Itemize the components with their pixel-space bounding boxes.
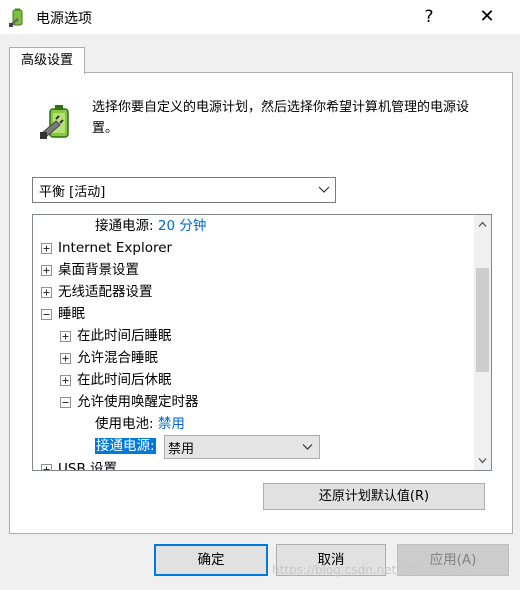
- tree-node-usb-settings[interactable]: USB 设置: [41, 458, 118, 471]
- setting-value-link[interactable]: 20 分钟: [158, 218, 206, 234]
- plan-description: 选择你要自定义的电源计划，然后选择你希望计算机管理的电源设置。: [92, 100, 470, 136]
- tree-node-sleep[interactable]: 睡眠: [41, 303, 85, 325]
- node-label: 在此时间后睡眠: [77, 328, 172, 344]
- expand-plus-icon[interactable]: [41, 287, 52, 298]
- plugged-in-value: 禁用: [168, 442, 195, 457]
- tree-node-wake-timers[interactable]: 允许使用唤醒定时器: [60, 391, 199, 413]
- chevron-down-icon: [302, 444, 313, 450]
- power-plan-select[interactable]: 平衡 [活动]: [32, 177, 336, 203]
- window-title: 电源选项: [36, 11, 92, 27]
- title-bar: 电源选项 ? ✕: [0, 0, 520, 34]
- settings-tree[interactable]: 接通电源: 20 分钟 Internet Explorer 桌面背景设置 无线适…: [32, 214, 492, 471]
- power-options-icon: [9, 8, 23, 27]
- tree-row-plugged-in-partial[interactable]: 接通电源: 20 分钟: [95, 215, 206, 237]
- expand-plus-icon[interactable]: [41, 265, 52, 276]
- setting-label: 使用电池:: [95, 416, 154, 432]
- tree-row-on-battery[interactable]: 使用电池: 禁用: [95, 413, 185, 435]
- tree-node-desktop-background[interactable]: 桌面背景设置: [41, 259, 139, 281]
- setting-value-link[interactable]: 禁用: [158, 416, 185, 432]
- help-button[interactable]: ?: [414, 4, 444, 30]
- setting-label: 接通电源:: [95, 218, 154, 234]
- scroll-up-arrow-icon[interactable]: [478, 220, 487, 229]
- node-label: Internet Explorer: [58, 240, 173, 256]
- advanced-settings-panel: 选择你要自定义的电源计划，然后选择你希望计算机管理的电源设置。 平衡 [活动] …: [9, 72, 513, 534]
- restore-defaults-button[interactable]: 还原计划默认值(R): [263, 483, 485, 510]
- selected-setting-label: 接通电源:: [95, 438, 156, 454]
- tree-node-hybrid-sleep[interactable]: 允许混合睡眠: [60, 347, 158, 369]
- scrollbar-thumb[interactable]: [476, 268, 489, 372]
- expand-plus-icon[interactable]: [60, 353, 71, 364]
- chevron-down-icon: [318, 186, 330, 193]
- node-label: 桌面背景设置: [58, 262, 139, 278]
- battery-plug-icon: [40, 105, 69, 139]
- ok-button[interactable]: 确定: [154, 544, 268, 576]
- scroll-down-arrow-icon[interactable]: [478, 456, 487, 465]
- tree-node-sleep-after[interactable]: 在此时间后睡眠: [60, 325, 172, 347]
- expand-plus-icon[interactable]: [60, 331, 71, 342]
- tree-node-wireless-adapter[interactable]: 无线适配器设置: [41, 281, 153, 303]
- tree-node-internet-explorer[interactable]: Internet Explorer: [41, 237, 172, 259]
- collapse-minus-icon[interactable]: [41, 309, 52, 320]
- node-label: 睡眠: [58, 306, 85, 322]
- close-button[interactable]: ✕: [472, 4, 502, 30]
- tab-advanced-settings[interactable]: 高级设置: [9, 47, 85, 74]
- expand-plus-icon[interactable]: [41, 243, 52, 254]
- expand-plus-icon[interactable]: [60, 375, 71, 386]
- expand-plus-icon[interactable]: [41, 464, 52, 470]
- node-label: 无线适配器设置: [58, 284, 153, 300]
- power-plan-value: 平衡 [活动]: [39, 185, 106, 200]
- node-label: 在此时间后休眠: [77, 372, 172, 388]
- node-label: 允许使用唤醒定时器: [77, 394, 199, 410]
- vertical-scrollbar[interactable]: [474, 215, 491, 470]
- tree-node-hibernate-after[interactable]: 在此时间后休眠: [60, 369, 172, 391]
- tree-row-plugged-in[interactable]: 接通电源:: [95, 435, 156, 457]
- plugged-in-value-select[interactable]: 禁用: [164, 435, 320, 459]
- watermark: https://blog.csdn.net/hardmaster: [272, 563, 470, 577]
- node-label: 允许混合睡眠: [77, 350, 158, 366]
- collapse-minus-icon[interactable]: [60, 397, 71, 408]
- node-label: USB 设置: [58, 461, 118, 471]
